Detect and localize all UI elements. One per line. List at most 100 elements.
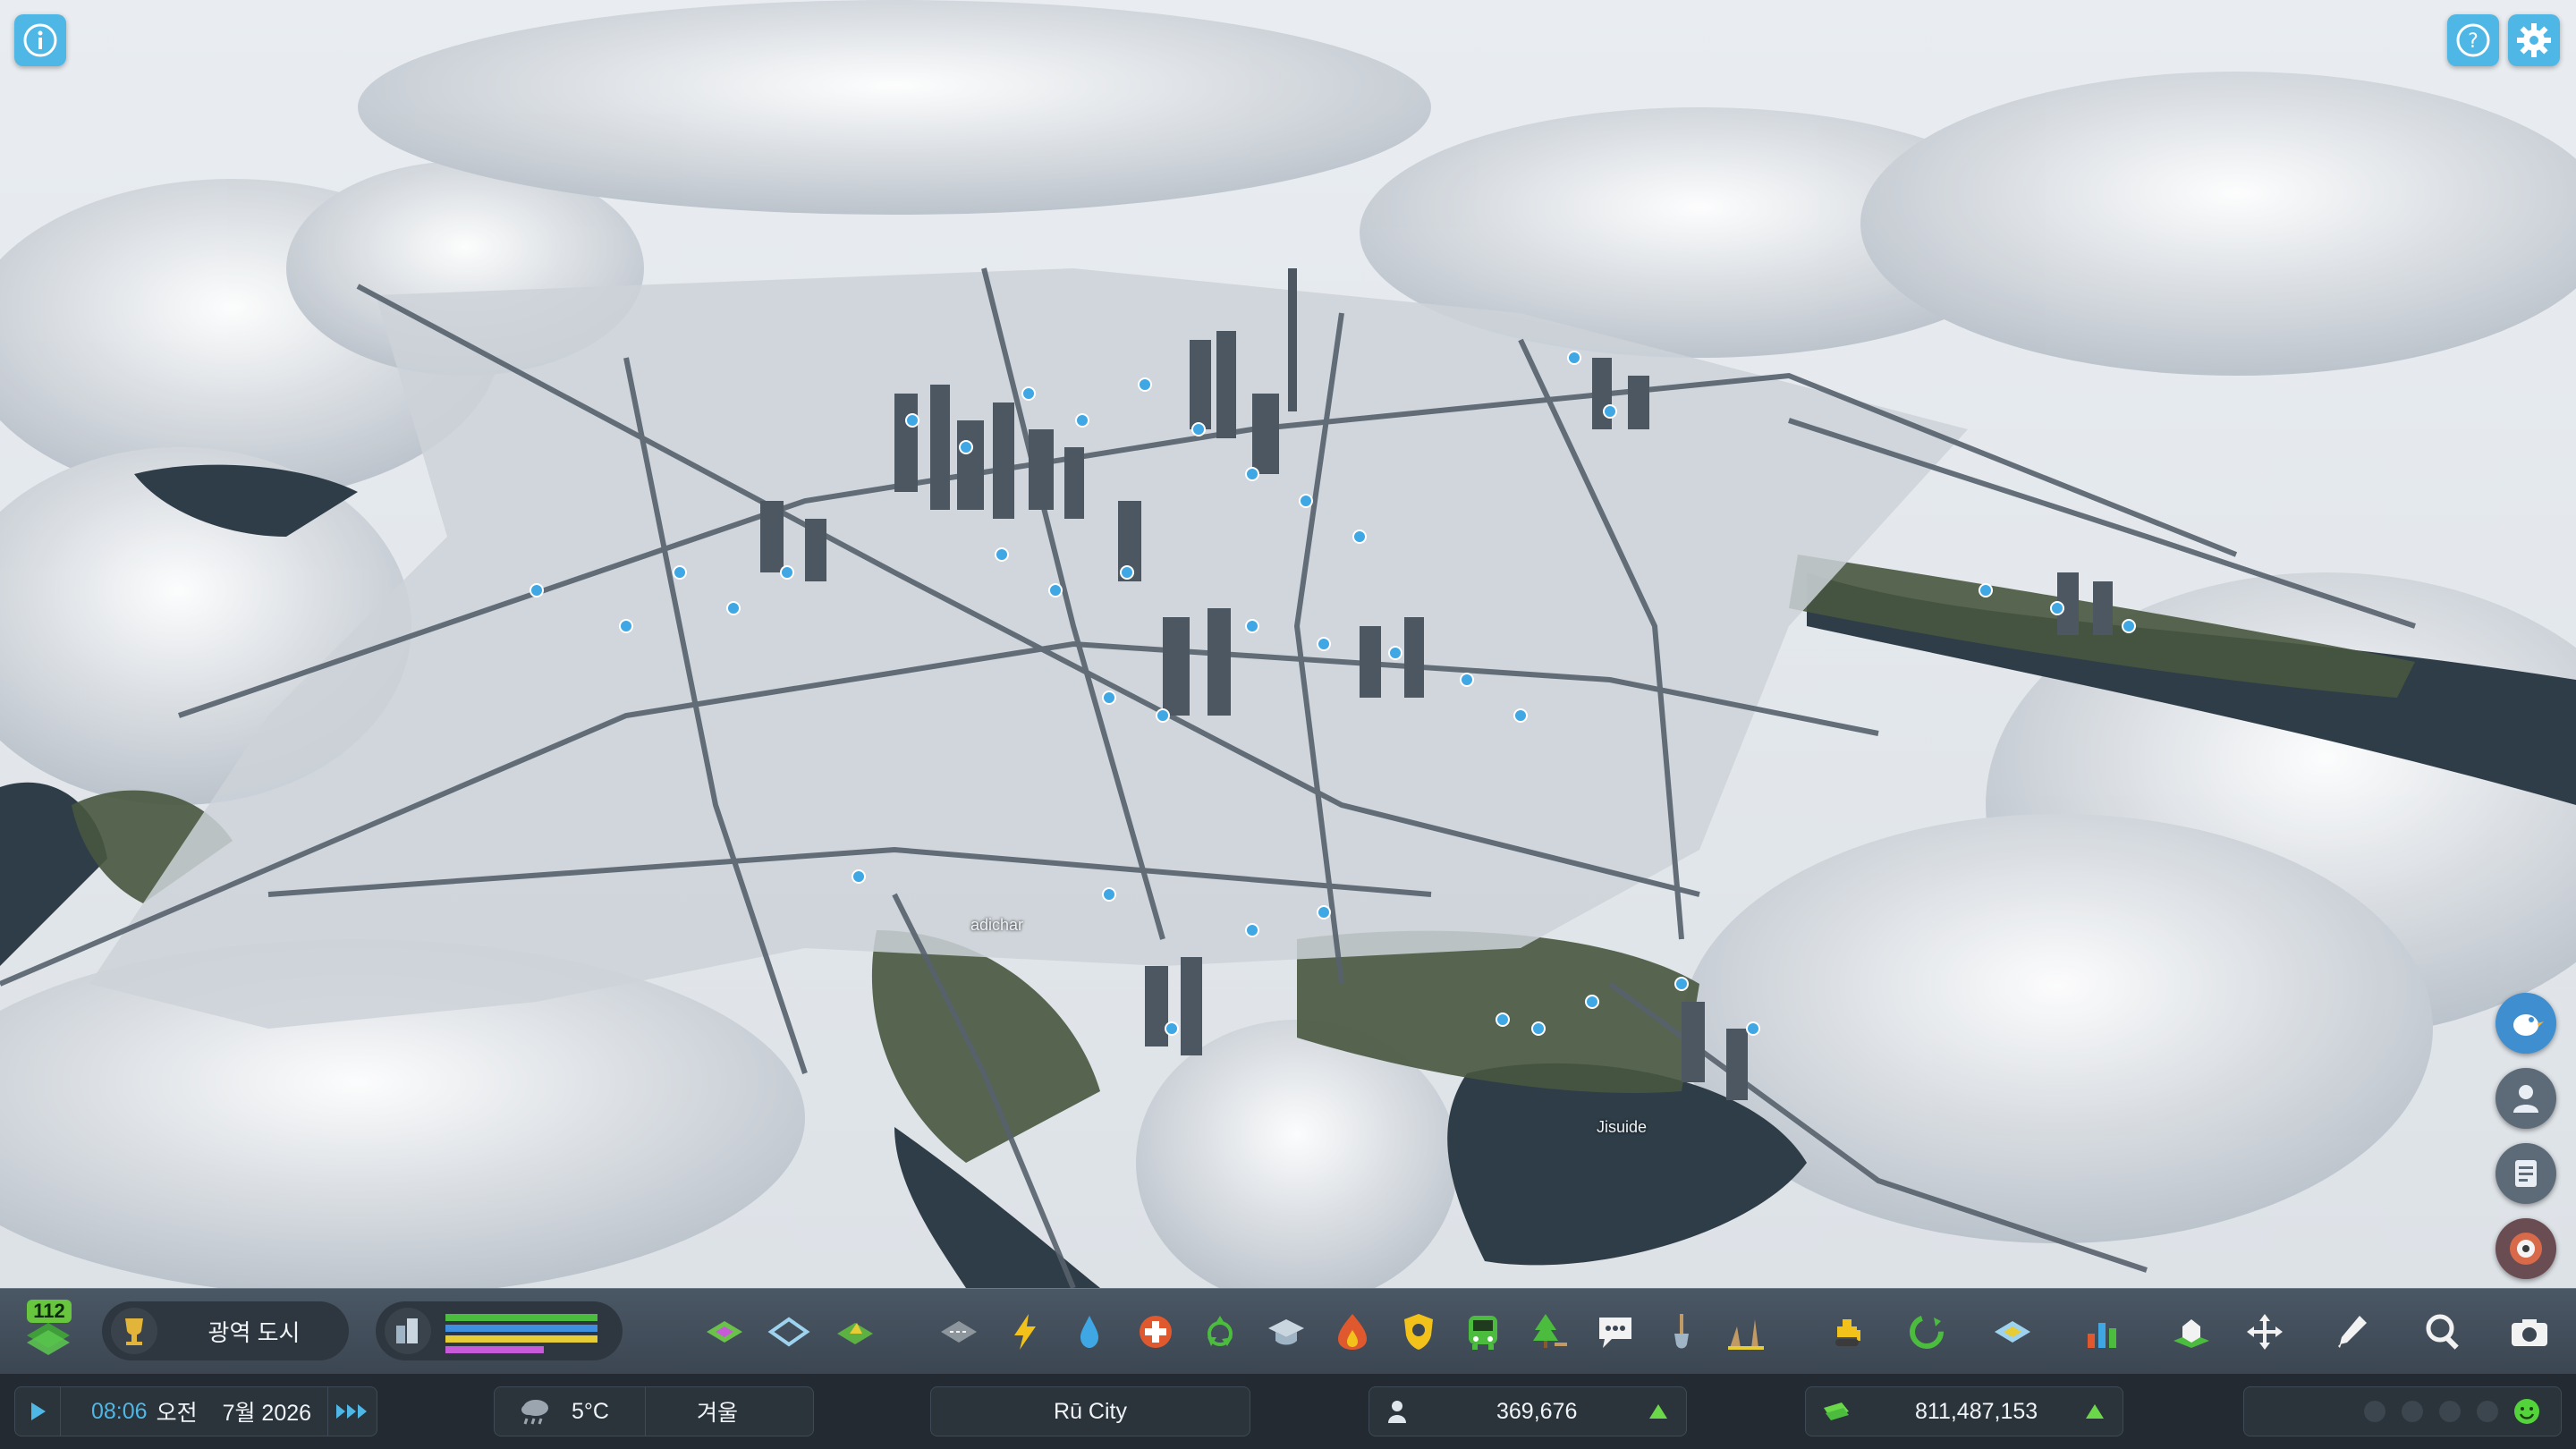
help-icon: ? (2456, 23, 2490, 57)
police-icon (1404, 1314, 1433, 1350)
population-icon (1388, 1401, 1406, 1423)
population-count: 369,676 (1496, 1398, 1578, 1424)
svg-text:?: ? (2468, 30, 2479, 53)
season: 겨울 (697, 1401, 739, 1426)
search-tool[interactable] (2419, 1307, 2469, 1357)
electricity-icon (1014, 1314, 1036, 1350)
population-panel[interactable]: 369,676 (1368, 1386, 1687, 1436)
transport-icon (1469, 1316, 1497, 1350)
industry-tool[interactable] (1721, 1307, 1771, 1357)
parks-icon (1533, 1314, 1567, 1348)
landscaping-tool[interactable] (830, 1307, 880, 1357)
milestone-badge[interactable]: 112 (20, 1300, 77, 1364)
economy-tool[interactable] (1902, 1307, 1952, 1357)
gear-icon (2517, 23, 2551, 57)
happiness-panel[interactable] (2243, 1386, 2562, 1436)
stats-tool[interactable] (2075, 1307, 2125, 1357)
map-label-adichar: adichar (970, 916, 1024, 934)
water-tool[interactable] (1064, 1307, 1114, 1357)
landscaping-icon (837, 1323, 873, 1344)
milestone-progress-button[interactable]: 광역 도시 (102, 1301, 349, 1360)
fire-icon (1338, 1314, 1367, 1350)
rain-cloud-icon (521, 1400, 548, 1425)
milestone-name: 광역 도시 (208, 1318, 301, 1346)
radio-button[interactable] (2496, 1218, 2556, 1279)
parks-tool[interactable] (1524, 1307, 1574, 1357)
demand-bar-industrial (445, 1335, 597, 1343)
temperature: 5°C (572, 1398, 609, 1424)
play-button[interactable] (15, 1387, 61, 1436)
fire-tool[interactable] (1327, 1307, 1377, 1357)
bulldozer-tool[interactable] (1825, 1307, 1875, 1357)
zoning-icon (707, 1321, 742, 1343)
map-label-jisuide: Jisuide (1597, 1118, 1648, 1136)
demand-panel[interactable] (376, 1301, 623, 1360)
unique-buildings-icon (2174, 1319, 2209, 1348)
fast-forward-icon (336, 1404, 367, 1419)
electricity-tool[interactable] (1000, 1307, 1050, 1357)
settings-button[interactable] (2508, 14, 2560, 66)
clock-ampm: 오전 (156, 1401, 198, 1426)
radio-icon (2510, 1233, 2542, 1265)
face-icon (2364, 1401, 2385, 1422)
clock-date: 7월 2026 (222, 1401, 312, 1426)
roads-tool[interactable] (934, 1307, 984, 1357)
shovel-tool[interactable] (1657, 1307, 1707, 1357)
info-icon (23, 23, 57, 57)
economy-icon (1910, 1315, 1944, 1349)
main-toolbar: 112 광역 도시 (0, 1288, 2576, 1375)
face-icon (2439, 1401, 2461, 1422)
speed-button[interactable] (327, 1387, 377, 1436)
zoning-tool[interactable] (699, 1307, 750, 1357)
face-icon (2402, 1401, 2423, 1422)
search-icon (2426, 1314, 2459, 1350)
milestone-count: 112 (27, 1300, 72, 1323)
population-trend-up-icon (1649, 1404, 1667, 1419)
districts-tool[interactable] (764, 1307, 814, 1357)
bird-chirper-icon (2513, 1014, 2544, 1036)
health-tool[interactable] (1131, 1307, 1181, 1357)
time-panel: 08:06 오전 7월 2026 (14, 1386, 377, 1436)
weather-panel[interactable]: 5°C 겨울 (494, 1386, 814, 1436)
citizen-button[interactable] (2496, 1068, 2556, 1129)
chirper-button[interactable] (2496, 993, 2556, 1054)
help-button[interactable]: ? (2447, 14, 2499, 66)
money-panel[interactable]: 811,487,153 (1805, 1386, 2123, 1436)
education-tool[interactable] (1261, 1307, 1311, 1357)
game-viewport[interactable]: Jisuide adichar (0, 0, 2576, 1306)
money-trend-up-icon (2086, 1404, 2104, 1419)
move-tool[interactable] (2240, 1307, 2290, 1357)
info-button[interactable] (14, 14, 66, 66)
water-icon (1080, 1316, 1098, 1348)
demand-bar-office (445, 1346, 544, 1353)
unique-buildings-tool[interactable] (2166, 1307, 2216, 1357)
roads-icon (941, 1321, 977, 1343)
trophy-icon (111, 1308, 157, 1354)
chirper-tool[interactable] (1590, 1307, 1640, 1357)
clock-time: 08:06 (91, 1398, 148, 1424)
map-tool[interactable] (1987, 1307, 2038, 1357)
districts-icon (767, 1317, 810, 1347)
camera-icon (2512, 1319, 2547, 1346)
transport-tool[interactable] (1458, 1307, 1508, 1357)
garbage-icon (1208, 1316, 1233, 1346)
notes-button[interactable] (2496, 1143, 2556, 1204)
health-icon (1140, 1316, 1172, 1348)
money-amount: 811,487,153 (1915, 1398, 2038, 1424)
face-icon (2477, 1401, 2498, 1422)
shovel-icon (1674, 1314, 1689, 1349)
map-icon (1995, 1321, 2030, 1343)
eyedropper-tool[interactable] (2326, 1307, 2376, 1357)
garbage-tool[interactable] (1195, 1307, 1245, 1357)
police-tool[interactable] (1394, 1307, 1444, 1357)
happy-face-icon (2514, 1399, 2539, 1424)
play-icon (31, 1402, 46, 1420)
city-name-panel[interactable]: Rū City (930, 1386, 1250, 1436)
money-icon (1824, 1402, 1849, 1420)
citizen-icon (2513, 1085, 2538, 1113)
education-icon (1268, 1319, 1304, 1345)
camera-tool[interactable] (2504, 1307, 2555, 1357)
eyedropper-icon (2338, 1316, 2367, 1348)
demand-bar-residential (445, 1314, 597, 1321)
notes-icon (2515, 1160, 2537, 1187)
